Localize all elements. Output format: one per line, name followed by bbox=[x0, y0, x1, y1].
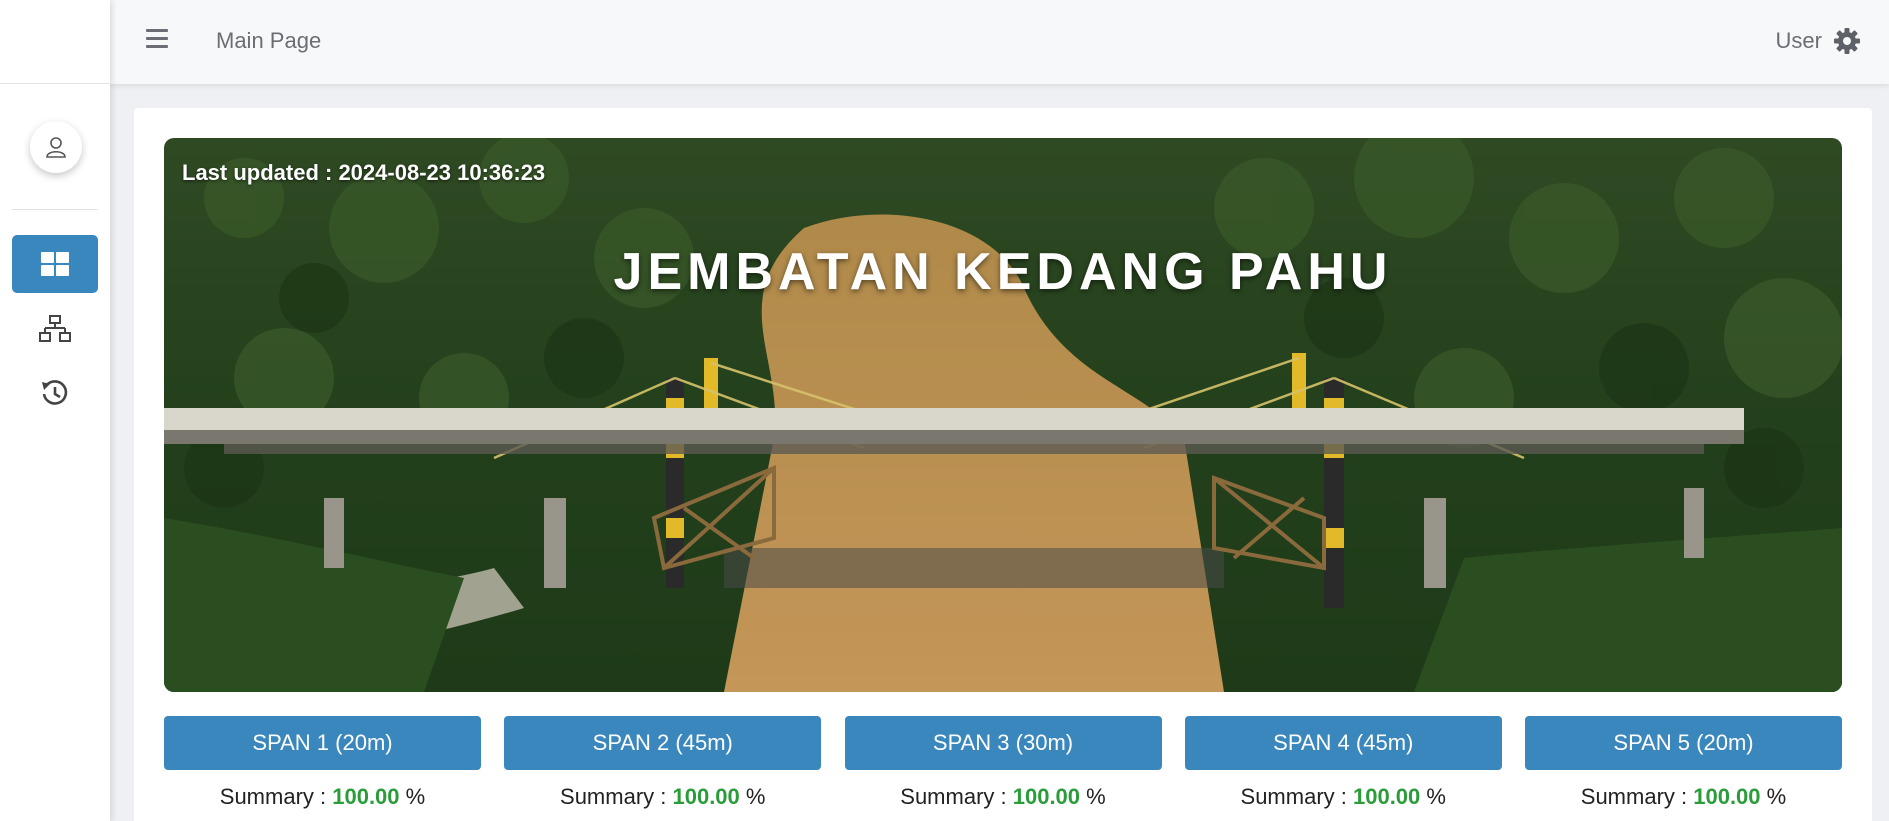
user-icon bbox=[46, 137, 66, 158]
dashboard-grid-icon bbox=[41, 252, 69, 276]
span-summary: Summary : 100.00 % bbox=[164, 784, 481, 810]
sidebar-item-network[interactable] bbox=[12, 302, 98, 356]
gear-icon[interactable] bbox=[1833, 27, 1861, 55]
top-bar: Main Page User bbox=[110, 0, 1889, 84]
history-icon bbox=[42, 380, 68, 405]
summary-value: 100.00 bbox=[1352, 784, 1421, 809]
summary-unit: % bbox=[1080, 784, 1106, 809]
summary-label: Summary : bbox=[900, 784, 1013, 809]
last-updated-label: Last updated : 2024-08-23 10:36:23 bbox=[182, 160, 546, 185]
span-summary: Summary : 100.00 % bbox=[1525, 784, 1842, 810]
span-card: SPAN 3 (30m) Summary : 100.00 % bbox=[844, 716, 1162, 810]
avatar[interactable] bbox=[30, 121, 82, 173]
summary-value: 100.00 bbox=[672, 784, 740, 809]
span-summary: Summary : 100.00 % bbox=[845, 784, 1162, 810]
user-menu-label[interactable]: User bbox=[1776, 28, 1822, 54]
summary-unit: % bbox=[739, 784, 766, 809]
summary-label: Summary : bbox=[219, 784, 333, 809]
sitemap-icon bbox=[39, 315, 71, 342]
menu-toggle-icon[interactable] bbox=[146, 29, 168, 51]
sidebar-item-dashboard[interactable] bbox=[12, 235, 98, 293]
summary-value: 100.00 bbox=[1693, 784, 1761, 809]
sidebar-item-history[interactable] bbox=[12, 368, 98, 418]
span-5-button[interactable]: SPAN 5 (20m) bbox=[1525, 716, 1842, 770]
sidebar bbox=[0, 0, 110, 821]
summary-unit: % bbox=[1420, 784, 1446, 809]
summary-label: Summary : bbox=[1240, 784, 1353, 809]
span-4-button[interactable]: SPAN 4 (45m) bbox=[1184, 716, 1502, 770]
bridge-photo bbox=[164, 138, 1842, 692]
summary-label: Summary : bbox=[1580, 784, 1694, 809]
span-card: SPAN 5 (20m) Summary : 100.00 % bbox=[1525, 716, 1842, 810]
sidebar-brand bbox=[0, 0, 110, 84]
summary-value: 100.00 bbox=[1012, 784, 1081, 809]
span-2-button[interactable]: SPAN 2 (45m) bbox=[504, 716, 822, 770]
span-list: SPAN 1 (20m) Summary : 100.00 % SPAN 2 (… bbox=[164, 716, 1842, 810]
span-card: SPAN 4 (45m) Summary : 100.00 % bbox=[1184, 716, 1502, 810]
summary-label: Summary : bbox=[560, 784, 673, 809]
span-summary: Summary : 100.00 % bbox=[504, 784, 821, 810]
main-card: Last updated : 2024-08-23 10:36:23 JEMBA… bbox=[134, 108, 1872, 821]
span-3-button[interactable]: SPAN 3 (30m) bbox=[844, 716, 1162, 770]
span-1-button[interactable]: SPAN 1 (20m) bbox=[164, 716, 481, 770]
summary-value: 100.00 bbox=[332, 784, 400, 809]
page-title: Main Page bbox=[216, 28, 322, 53]
span-card: SPAN 2 (45m) Summary : 100.00 % bbox=[504, 716, 822, 810]
summary-unit: % bbox=[399, 784, 426, 809]
sidebar-divider bbox=[12, 209, 98, 210]
bridge-title: JEMBATAN KEDANG PAHU bbox=[613, 243, 1393, 301]
span-card: SPAN 1 (20m) Summary : 100.00 % bbox=[164, 716, 481, 810]
bridge-hero-image: Last updated : 2024-08-23 10:36:23 JEMBA… bbox=[164, 138, 1842, 692]
summary-unit: % bbox=[1760, 784, 1787, 809]
span-summary: Summary : 100.00 % bbox=[1185, 784, 1502, 810]
